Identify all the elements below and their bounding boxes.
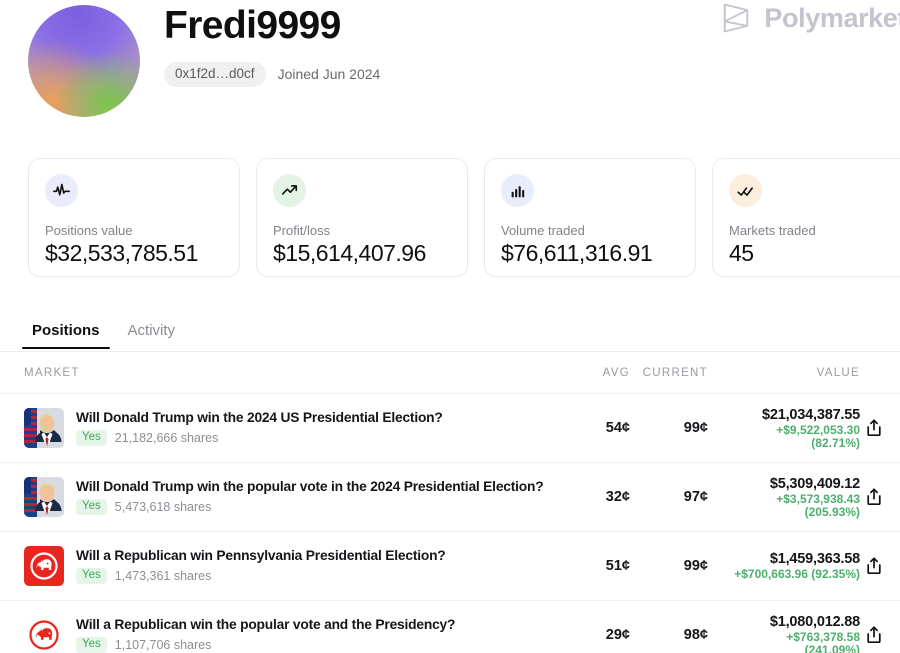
market-text: Will Donald Trump win the popular vote i… xyxy=(76,478,544,516)
market-subline: Yes 5,473,618 shares xyxy=(76,498,543,516)
profile-meta: Fredi9999 0x1f2d…d0cf Joined Jun 2024 xyxy=(164,0,380,87)
market-text: Will a Republican win the popular vote a… xyxy=(76,617,455,653)
outcome-badge: Yes xyxy=(76,498,107,516)
stat-card-profit-loss: Profit/loss $15,614,407.96 xyxy=(256,158,468,277)
market-subline: Yes 1,473,361 shares xyxy=(76,567,446,585)
table-row[interactable]: Will a Republican win the popular vote a… xyxy=(0,600,900,653)
stat-value: $15,614,407.96 xyxy=(273,240,426,266)
market-title: Will a Republican win the popular vote a… xyxy=(76,616,456,632)
profile-meta-row: 0x1f2d…d0cf Joined Jun 2024 xyxy=(164,62,380,87)
value-cell: $5,309,409.12 +$3,573,938.43 (205.93%) xyxy=(708,476,860,519)
current-price: 97¢ xyxy=(683,489,708,505)
outcome-badge: Yes xyxy=(76,567,107,585)
shares-label: 1,107,706 shares xyxy=(114,638,212,652)
outcome-badge: Yes xyxy=(76,636,107,653)
polymarket-logo-icon xyxy=(718,0,754,36)
share-cell[interactable] xyxy=(860,418,900,438)
column-header-value: VALUE xyxy=(816,366,860,379)
stat-card-positions-value: Positions value $32,533,785.51 xyxy=(28,158,240,277)
market-title: Will Donald Trump win the 2024 US Presid… xyxy=(76,409,443,425)
market-title: Will Donald Trump win the popular vote i… xyxy=(76,478,544,494)
shares-label: 1,473,361 shares xyxy=(114,569,212,583)
trending-up-icon xyxy=(273,174,306,207)
republican-elephant-circle-icon xyxy=(24,615,64,653)
avg-price: 51¢ xyxy=(605,558,630,574)
stat-value: $32,533,785.51 xyxy=(45,240,198,266)
value-cell: $1,459,363.58 +$700,663.96 (92.35%) xyxy=(708,551,860,581)
activity-pulse-icon xyxy=(45,174,78,207)
page-title: Fredi9999 xyxy=(164,4,341,47)
stat-value: 45 xyxy=(729,240,754,266)
market-cell[interactable]: Will a Republican win the popular vote a… xyxy=(0,615,570,653)
wallet-address-pill[interactable]: 0x1f2d…d0cf xyxy=(164,62,266,87)
bar-chart-icon xyxy=(501,174,534,207)
share-upload-icon[interactable] xyxy=(864,487,884,507)
share-cell[interactable] xyxy=(860,625,900,645)
position-pnl: +$700,663.96 (92.35%) xyxy=(734,567,860,581)
stat-label: Volume traded xyxy=(501,223,585,238)
share-cell[interactable] xyxy=(860,487,900,507)
profile-header: Fredi9999 0x1f2d…d0cf Joined Jun 2024 Po… xyxy=(0,0,900,150)
share-upload-icon[interactable] xyxy=(864,418,884,438)
column-header-current: CURRENT xyxy=(642,366,708,379)
stats-cards: Positions value $32,533,785.51 Profit/lo… xyxy=(28,158,900,277)
stat-value: $76,611,316.91 xyxy=(501,240,653,266)
share-cell[interactable] xyxy=(860,556,900,576)
position-pnl: +$3,573,938.43 (205.93%) xyxy=(776,491,860,519)
shares-label: 21,182,666 shares xyxy=(114,431,219,445)
stat-label: Markets traded xyxy=(729,223,816,238)
market-subline: Yes 1,107,706 shares xyxy=(76,636,455,653)
joined-date-label: Joined Jun 2024 xyxy=(277,66,381,83)
stat-label: Positions value xyxy=(45,223,133,238)
column-header-market: MARKET xyxy=(24,366,80,379)
profile-page: Fredi9999 0x1f2d…d0cf Joined Jun 2024 Po… xyxy=(0,0,900,653)
avg-price: 54¢ xyxy=(605,420,630,436)
position-pnl: +$763,378.58 (241.09%) xyxy=(786,629,860,653)
stat-card-markets-traded: Markets traded 45 xyxy=(712,158,900,277)
column-header-avg: AVG xyxy=(602,366,630,379)
positions-table: MARKET AVG CURRENT VALUE Will Donald Tru… xyxy=(0,352,900,653)
value-cell: $21,034,387.55 +$9,522,053.30 (82.71%) xyxy=(708,407,860,450)
market-text: Will Donald Trump win the 2024 US Presid… xyxy=(76,410,443,447)
position-value: $1,459,363.58 xyxy=(769,551,860,567)
avg-price: 32¢ xyxy=(605,489,630,505)
share-upload-icon[interactable] xyxy=(864,625,884,645)
profile-tabs: Positions Activity xyxy=(22,318,185,349)
tab-positions[interactable]: Positions xyxy=(22,318,110,349)
brand-name: Polymarket xyxy=(764,2,900,33)
tab-activity[interactable]: Activity xyxy=(118,318,186,349)
market-title: Will a Republican win Pennsylvania Presi… xyxy=(76,547,446,563)
profile-avatar xyxy=(28,5,140,117)
current-price: 99¢ xyxy=(683,420,708,436)
table-row[interactable]: Will Donald Trump win the 2024 US Presid… xyxy=(0,393,900,462)
table-header-row: MARKET AVG CURRENT VALUE xyxy=(0,352,900,393)
current-price: 99¢ xyxy=(683,558,708,574)
brand-logo-area[interactable]: Polymarket xyxy=(718,0,900,36)
share-upload-icon[interactable] xyxy=(864,556,884,576)
position-value: $1,080,012.88 xyxy=(769,613,860,630)
outcome-badge: Yes xyxy=(76,429,107,447)
market-cell[interactable]: Will Donald Trump win the popular vote i… xyxy=(0,477,570,517)
position-value: $21,034,387.55 xyxy=(762,406,860,423)
table-row[interactable]: Will Donald Trump win the popular vote i… xyxy=(0,462,900,531)
table-row[interactable]: Will a Republican win Pennsylvania Presi… xyxy=(0,531,900,600)
avg-price: 29¢ xyxy=(605,627,630,643)
position-value: $5,309,409.12 xyxy=(769,475,860,492)
republican-elephant-red-icon xyxy=(24,546,64,586)
market-cell[interactable]: Will Donald Trump win the 2024 US Presid… xyxy=(0,408,570,448)
market-cell[interactable]: Will a Republican win Pennsylvania Presi… xyxy=(0,546,570,586)
market-subline: Yes 21,182,666 shares xyxy=(76,429,443,447)
market-text: Will a Republican win Pennsylvania Presi… xyxy=(76,548,446,585)
value-cell: $1,080,012.88 +$763,378.58 (241.09%) xyxy=(708,614,860,653)
stat-label: Profit/loss xyxy=(273,223,331,238)
current-price: 98¢ xyxy=(683,627,708,643)
trump-photo-icon xyxy=(24,477,64,517)
position-pnl: +$9,522,053.30 (82.71%) xyxy=(776,422,860,450)
stat-card-volume-traded: Volume traded $76,611,316.91 xyxy=(484,158,696,277)
shares-label: 5,473,618 shares xyxy=(114,500,212,514)
trump-photo-icon xyxy=(24,408,64,448)
double-check-icon xyxy=(729,174,762,207)
